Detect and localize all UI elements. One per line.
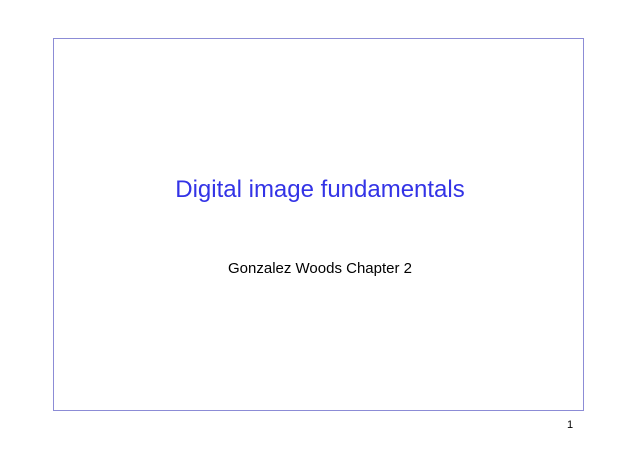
slide-subtitle: Gonzalez Woods Chapter 2 <box>228 260 412 277</box>
slide-frame <box>53 38 584 411</box>
slide-title: Digital image fundamentals <box>175 176 465 203</box>
page-number: 1 <box>566 419 574 431</box>
